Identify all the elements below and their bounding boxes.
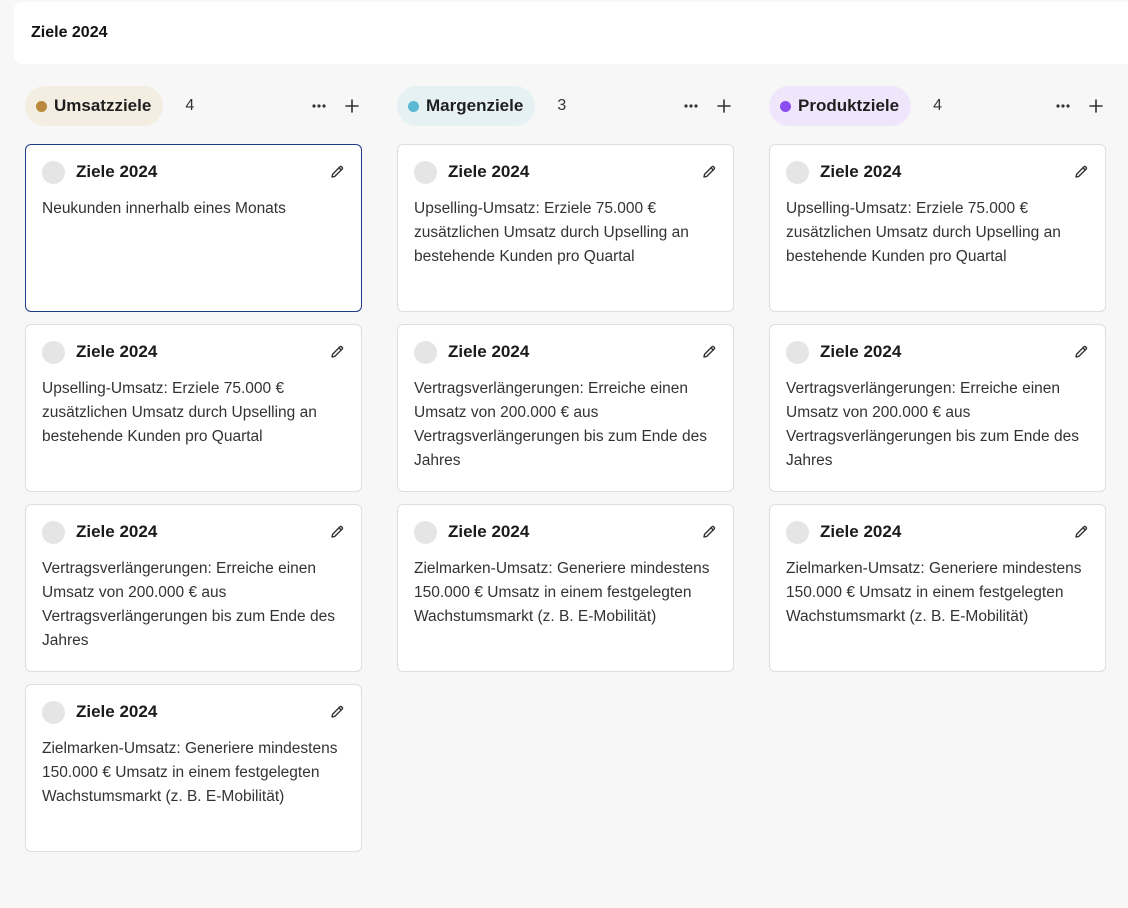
pencil-icon[interactable] — [329, 704, 345, 720]
column-chip[interactable]: Produktziele — [769, 86, 912, 126]
goal-card[interactable]: Ziele 2024 Upselling-Umsatz: Erziele 75.… — [397, 144, 734, 312]
more-horizontal-icon[interactable] — [311, 98, 327, 114]
column-actions — [683, 98, 734, 114]
kanban-board: Umsatzziele 4 Ziele 2024 Neukunden inner… — [25, 86, 1106, 852]
goal-card[interactable]: Ziele 2024 Vertragsverlängerungen: Errei… — [397, 324, 734, 492]
status-dot — [36, 100, 47, 112]
card-description: Zielmarken-Umsatz: Generiere mindestens … — [414, 560, 710, 625]
status-circle-icon[interactable] — [786, 160, 809, 184]
goal-card[interactable]: Ziele 2024 Zielmarken-Umsatz: Generiere … — [769, 504, 1106, 672]
card-header: Ziele 2024 — [414, 160, 717, 184]
column-umsatzziele: Umsatzziele 4 Ziele 2024 Neukunden inner… — [25, 86, 362, 852]
column-title: Umsatzziele — [54, 96, 152, 115]
column-header: Produktziele 4 — [769, 86, 1106, 126]
more-horizontal-icon[interactable] — [1055, 98, 1071, 114]
plus-icon[interactable] — [1088, 98, 1104, 114]
card-title: Ziele 2024 — [76, 342, 158, 361]
goal-card[interactable]: Ziele 2024 Zielmarken-Umsatz: Generiere … — [25, 684, 362, 852]
status-circle-icon[interactable] — [414, 520, 437, 544]
card-header: Ziele 2024 — [786, 340, 1089, 364]
card-list: Ziele 2024 Neukunden innerhalb eines Mon… — [25, 144, 362, 852]
card-list: Ziele 2024 Upselling-Umsatz: Erziele 75.… — [769, 144, 1106, 672]
column-count: 3 — [557, 97, 567, 114]
pencil-icon[interactable] — [1073, 164, 1089, 180]
goal-card[interactable]: Ziele 2024 Zielmarken-Umsatz: Generiere … — [397, 504, 734, 672]
column-count: 4 — [933, 97, 942, 114]
pencil-icon[interactable] — [329, 164, 345, 180]
more-horizontal-icon[interactable] — [683, 98, 699, 114]
status-circle-icon[interactable] — [42, 520, 65, 544]
card-title: Ziele 2024 — [820, 522, 902, 541]
column-title: Margenziele — [426, 96, 524, 115]
status-circle-icon[interactable] — [414, 160, 437, 184]
card-title: Ziele 2024 — [76, 522, 158, 541]
column-chip[interactable]: Margenziele — [397, 86, 536, 126]
pencil-icon[interactable] — [329, 344, 345, 360]
column-produktziele: Produktziele 4 Ziele 2024 Upselling-Umsa… — [769, 86, 1106, 852]
card-header: Ziele 2024 — [42, 520, 345, 544]
pencil-icon[interactable] — [329, 524, 345, 540]
status-circle-icon[interactable] — [786, 340, 809, 364]
card-header: Ziele 2024 — [786, 520, 1089, 544]
card-header: Ziele 2024 — [42, 700, 345, 724]
card-description: Vertragsverlängerungen: Erreiche einen U… — [414, 380, 707, 469]
column-actions — [311, 98, 362, 114]
page-title: Ziele 2024 — [31, 24, 108, 41]
status-dot — [408, 100, 419, 112]
pencil-icon[interactable] — [701, 344, 717, 360]
card-description: Upselling-Umsatz: Erziele 75.000 € zusät… — [786, 200, 1061, 265]
goal-card[interactable]: Ziele 2024 Vertragsverlängerungen: Errei… — [25, 504, 362, 672]
pencil-icon[interactable] — [1073, 344, 1089, 360]
top-bar: Ziele 2024 — [14, 2, 1128, 64]
card-title: Ziele 2024 — [820, 342, 902, 361]
status-circle-icon[interactable] — [42, 340, 65, 364]
card-title: Ziele 2024 — [76, 702, 158, 721]
card-header: Ziele 2024 — [414, 520, 717, 544]
card-header: Ziele 2024 — [42, 340, 345, 364]
status-circle-icon[interactable] — [42, 160, 65, 184]
pencil-icon[interactable] — [701, 524, 717, 540]
status-circle-icon[interactable] — [786, 520, 809, 544]
status-circle-icon[interactable] — [414, 340, 437, 364]
card-title: Ziele 2024 — [448, 522, 530, 541]
column-chip[interactable]: Umsatzziele — [25, 86, 164, 126]
card-description: Neukunden innerhalb eines Monats — [42, 200, 286, 217]
card-title: Ziele 2024 — [76, 162, 158, 181]
card-header: Ziele 2024 — [42, 160, 345, 184]
card-title: Ziele 2024 — [820, 162, 902, 181]
card-list: Ziele 2024 Upselling-Umsatz: Erziele 75.… — [397, 144, 734, 672]
card-description: Upselling-Umsatz: Erziele 75.000 € zusät… — [42, 380, 317, 445]
plus-icon[interactable] — [344, 98, 360, 114]
column-title: Produktziele — [798, 96, 900, 115]
card-description: Vertragsverlängerungen: Erreiche einen U… — [42, 560, 335, 649]
card-description: Zielmarken-Umsatz: Generiere mindestens … — [42, 740, 338, 805]
pencil-icon[interactable] — [701, 164, 717, 180]
card-description: Zielmarken-Umsatz: Generiere mindestens … — [786, 560, 1082, 625]
goal-card[interactable]: Ziele 2024 Vertragsverlängerungen: Errei… — [769, 324, 1106, 492]
goal-card[interactable]: Ziele 2024 Upselling-Umsatz: Erziele 75.… — [25, 324, 362, 492]
status-circle-icon[interactable] — [42, 700, 65, 724]
plus-icon[interactable] — [716, 98, 732, 114]
column-header: Margenziele 3 — [397, 86, 734, 126]
goal-card[interactable]: Ziele 2024 Neukunden innerhalb eines Mon… — [25, 144, 362, 312]
card-header: Ziele 2024 — [414, 340, 717, 364]
column-actions — [1055, 98, 1106, 114]
card-description: Vertragsverlängerungen: Erreiche einen U… — [786, 380, 1079, 469]
column-header: Umsatzziele 4 — [25, 86, 362, 126]
card-header: Ziele 2024 — [786, 160, 1089, 184]
card-title: Ziele 2024 — [448, 162, 530, 181]
goal-card[interactable]: Ziele 2024 Upselling-Umsatz: Erziele 75.… — [769, 144, 1106, 312]
card-description: Upselling-Umsatz: Erziele 75.000 € zusät… — [414, 200, 689, 265]
status-dot — [780, 100, 791, 112]
column-count: 4 — [185, 97, 195, 114]
card-title: Ziele 2024 — [448, 342, 530, 361]
column-margenziele: Margenziele 3 Ziele 2024 Upselling-Umsat… — [397, 86, 734, 852]
pencil-icon[interactable] — [1073, 524, 1089, 540]
